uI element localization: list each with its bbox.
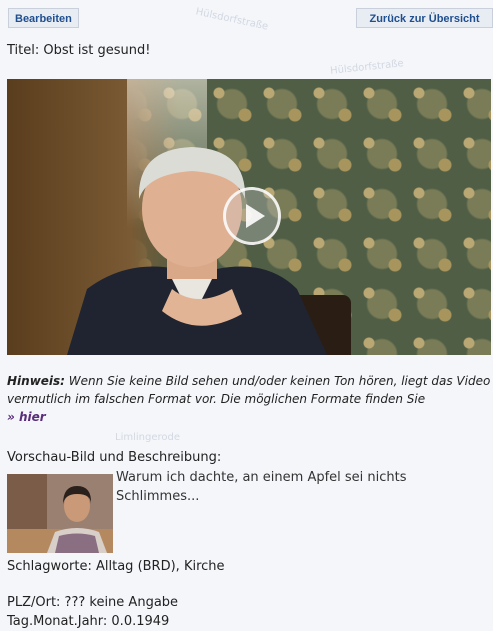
format-hint: Hinweis: Wenn Sie keine Bild sehen und/o… [7, 372, 491, 426]
map-street-label: Hülsdorfstraße [329, 58, 405, 77]
map-street-label: Hülsdorfstraße [194, 6, 270, 33]
video-player[interactable] [7, 79, 491, 355]
hint-text: Wenn Sie keine Bild sehen und/oder keine… [7, 374, 491, 406]
preview-label: Vorschau-Bild und Beschreibung: [7, 450, 222, 465]
edit-button[interactable]: Bearbeiten [8, 8, 79, 28]
play-icon [246, 204, 265, 228]
video-title: Titel: Obst ist gesund! [7, 43, 151, 58]
preview-description: Warum ich dachte, an einem Apfel sei nic… [116, 470, 407, 504]
formats-link[interactable]: » hier [7, 410, 46, 424]
preview-thumbnail [7, 474, 113, 553]
map-place-label: Limlingerode [115, 432, 180, 443]
video-frame-person [67, 147, 327, 355]
hint-label: Hinweis: [7, 374, 65, 388]
place: PLZ/Ort: ??? keine Angabe [7, 595, 179, 610]
keywords: Schlagworte: Alltag (BRD), Kirche [7, 559, 225, 574]
back-to-overview-button[interactable]: Zurück zur Übersicht [356, 8, 493, 28]
preview-thumbnail-image [7, 474, 113, 553]
date: Tag.Monat.Jahr: 0.0.1949 [7, 614, 170, 629]
play-button[interactable] [223, 187, 281, 245]
